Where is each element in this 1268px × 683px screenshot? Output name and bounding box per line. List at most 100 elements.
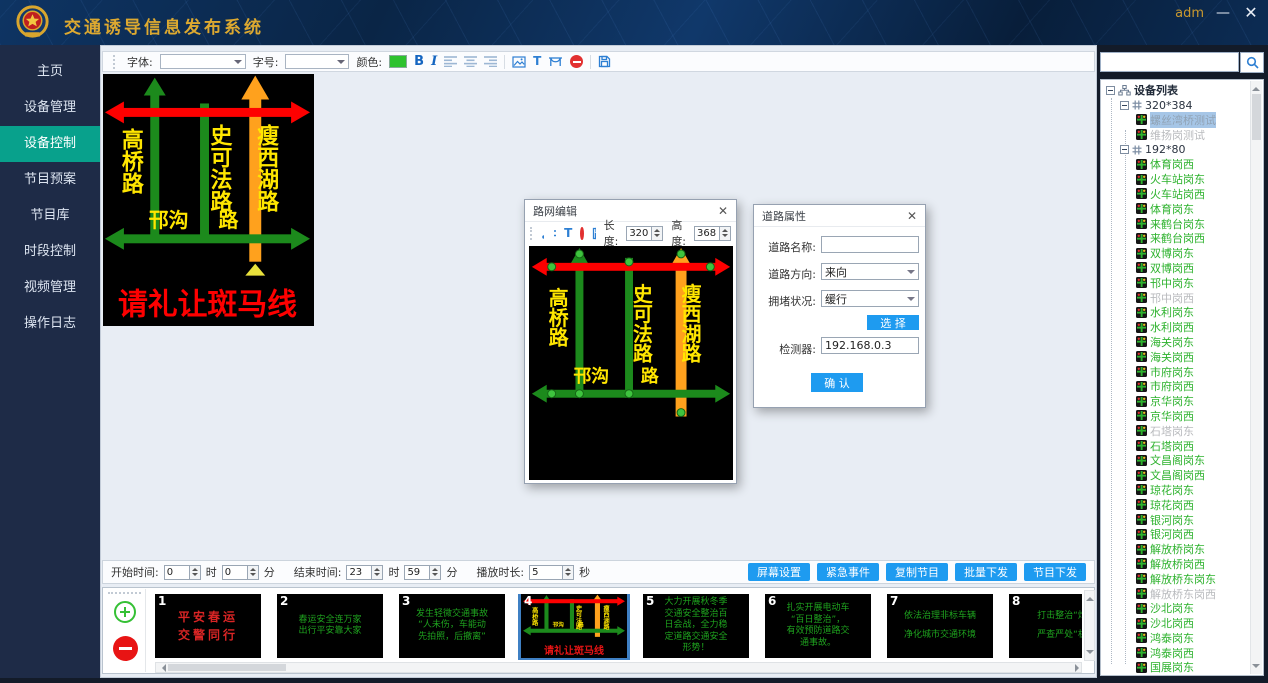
tree-device-item[interactable]: 沙北岗西 <box>1104 616 1248 631</box>
italic-button[interactable]: I <box>431 55 437 68</box>
save-icon[interactable] <box>598 55 611 68</box>
tree-device-item[interactable]: 来鹤台岗东 <box>1104 216 1248 231</box>
program-thumbnail[interactable]: 6扎实开展电动车“百日整治”，有效预防道路交通事故。 <box>765 594 871 658</box>
program-thumbnail[interactable]: 4 高桥路 史可法路 瘦西湖路 邗沟 路 请礼让斑马线 <box>521 594 627 658</box>
tree-device-item[interactable]: 水利岗西 <box>1104 320 1248 335</box>
tree-device-item[interactable]: 琼花岗东 <box>1104 483 1248 498</box>
tree-device-item[interactable]: 双博岗东 <box>1104 246 1248 261</box>
remove-program-button[interactable] <box>113 636 138 661</box>
tree-device-item[interactable]: 石塔岗西 <box>1104 438 1248 453</box>
tree-device-item[interactable]: 螺丝湾桥测试 <box>1104 113 1248 128</box>
sidebar-item[interactable]: 节目库 <box>0 198 100 234</box>
insert-image-icon[interactable] <box>512 56 526 68</box>
spinner-buttons[interactable] <box>372 565 383 580</box>
scroll-left-icon[interactable] <box>158 664 166 672</box>
spinner-buttons[interactable] <box>248 565 259 580</box>
thumbnails-horizontal-scrollbar[interactable] <box>155 662 1082 673</box>
tree-device-item[interactable]: 国展岗西 <box>1104 675 1248 676</box>
close-icon[interactable]: ✕ <box>718 204 728 218</box>
tree-scrollbar[interactable] <box>1250 81 1262 674</box>
action-button[interactable]: 复制节目 <box>886 563 948 581</box>
tree-device-item[interactable]: 维扬岗测试 <box>1104 127 1248 142</box>
end-minute-input[interactable] <box>404 565 430 580</box>
program-thumbnail[interactable]: 8打击整治“炸严查严处“机 <box>1009 594 1082 658</box>
delete-button[interactable] <box>570 55 583 68</box>
add-program-button[interactable] <box>114 601 136 623</box>
tree-device-item[interactable]: 水利岗东 <box>1104 305 1248 320</box>
tree-root[interactable]: 设备列表 <box>1104 83 1248 98</box>
program-thumbnail[interactable]: 2春运安全连万家出行平安靠大家 <box>277 594 383 658</box>
end-hour-input[interactable] <box>346 565 372 580</box>
dialog-titlebar[interactable]: 道路属性 ✕ <box>754 205 925 227</box>
sidebar-item[interactable]: 时段控制 <box>0 234 100 270</box>
crossing-tool-icon[interactable] <box>552 227 556 240</box>
road-editor-canvas[interactable]: 高桥路 史可法路 瘦西湖路 邗沟 路 <box>529 246 733 480</box>
tree-device-item[interactable]: 双博岗西 <box>1104 261 1248 276</box>
start-hour-input[interactable] <box>164 565 190 580</box>
minimize-button[interactable]: — <box>1212 5 1234 21</box>
align-right-icon[interactable] <box>484 56 497 67</box>
action-button[interactable]: 批量下发 <box>955 563 1017 581</box>
tree-device-item[interactable]: 体育岗东 <box>1104 201 1248 216</box>
align-left-icon[interactable] <box>444 56 457 67</box>
road-network-tool-icon[interactable] <box>548 56 563 67</box>
tree-device-item[interactable]: 解放桥岗西 <box>1104 557 1248 572</box>
tree-device-item[interactable]: 琼花岗西 <box>1104 497 1248 512</box>
tree-device-item[interactable]: 海关岗东 <box>1104 335 1248 350</box>
tree-group[interactable]: 320*384 <box>1104 98 1248 113</box>
sidebar-item[interactable]: 操作日志 <box>0 306 100 342</box>
tree-device-item[interactable]: 解放桥东岗西 <box>1104 586 1248 601</box>
tree-device-item[interactable]: 市府岗西 <box>1104 379 1248 394</box>
save-icon[interactable] <box>592 227 596 240</box>
sidebar-item[interactable]: 设备管理 <box>0 90 100 126</box>
close-icon[interactable]: ✕ <box>907 209 917 223</box>
font-size-combobox[interactable] <box>285 54 349 69</box>
tree-device-item[interactable]: 国展岗东 <box>1104 660 1248 675</box>
action-button[interactable]: 紧急事件 <box>817 563 879 581</box>
detector-input[interactable] <box>821 337 919 354</box>
tree-device-item[interactable]: 鸿泰岗西 <box>1104 645 1248 660</box>
tree-device-item[interactable]: 海关岗西 <box>1104 349 1248 364</box>
height-input[interactable] <box>694 226 720 241</box>
tree-device-item[interactable]: 火车站岗东 <box>1104 172 1248 187</box>
road-direction-select[interactable]: 来向 <box>821 263 919 280</box>
program-thumbnail[interactable]: 5大力开展秋冬季交通安全整治百日会战，全力稳定道路交通安全形势！ <box>643 594 749 658</box>
tree-device-item[interactable]: 文昌阁岗西 <box>1104 468 1248 483</box>
tree-device-item[interactable]: 邗中岗东 <box>1104 275 1248 290</box>
bold-button[interactable]: B <box>414 55 424 68</box>
align-center-icon[interactable] <box>464 56 477 67</box>
tree-device-item[interactable]: 市府岗东 <box>1104 364 1248 379</box>
scroll-down-icon[interactable] <box>1086 650 1094 658</box>
text-tool-button[interactable]: T <box>533 55 541 68</box>
tree-device-item[interactable]: 银河岗东 <box>1104 512 1248 527</box>
color-swatch[interactable] <box>389 55 407 68</box>
font-family-combobox[interactable] <box>160 54 246 69</box>
tree-device-item[interactable]: 沙北岗东 <box>1104 601 1248 616</box>
collapse-icon[interactable] <box>1106 86 1115 95</box>
action-button[interactable]: 节目下发 <box>1024 563 1086 581</box>
text-tool-button[interactable]: T <box>564 227 572 240</box>
scroll-down-icon[interactable] <box>1252 664 1260 672</box>
scroll-up-icon[interactable] <box>1252 83 1260 91</box>
length-input[interactable] <box>626 226 652 241</box>
sidebar-item[interactable]: 节目预案 <box>0 162 100 198</box>
tree-device-item[interactable]: 火车站岗西 <box>1104 187 1248 202</box>
scroll-up-icon[interactable] <box>1086 593 1094 601</box>
tree-group[interactable]: 192*80 <box>1104 142 1248 157</box>
spinner-buttons[interactable] <box>720 226 731 241</box>
delete-button[interactable] <box>580 227 584 240</box>
scroll-right-icon[interactable] <box>1075 664 1083 672</box>
tree-device-item[interactable]: 体育岗西 <box>1104 157 1248 172</box>
duration-input[interactable] <box>529 565 563 580</box>
start-minute-input[interactable] <box>222 565 248 580</box>
device-search-input[interactable] <box>1100 52 1239 72</box>
spinner-buttons[interactable] <box>652 226 663 241</box>
tree-device-item[interactable]: 文昌阁岗东 <box>1104 453 1248 468</box>
scrollbar-thumb[interactable] <box>1252 94 1261 140</box>
tree-device-item[interactable]: 石塔岗东 <box>1104 423 1248 438</box>
sidebar-item[interactable]: 设备控制 <box>0 126 100 162</box>
tree-device-item[interactable]: 京华岗西 <box>1104 409 1248 424</box>
tree-device-item[interactable]: 解放桥岗东 <box>1104 542 1248 557</box>
scrollbar-thumb[interactable] <box>168 664 286 671</box>
road-name-input[interactable] <box>821 236 919 253</box>
